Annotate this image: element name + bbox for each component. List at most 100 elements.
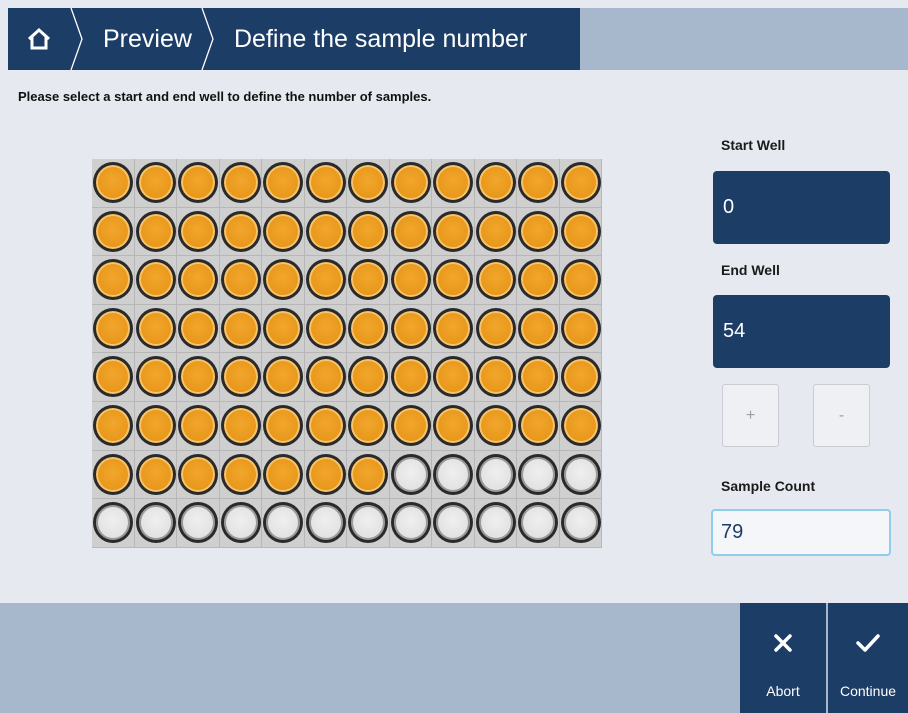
start-well-field[interactable]: 0 xyxy=(713,171,890,244)
well-selected[interactable] xyxy=(178,453,218,495)
well-selected[interactable] xyxy=(178,404,218,446)
well-selected[interactable] xyxy=(433,259,473,301)
well-unselected[interactable] xyxy=(433,453,473,495)
well-selected[interactable] xyxy=(390,404,431,446)
well-unselected[interactable] xyxy=(560,453,601,495)
well-selected[interactable] xyxy=(348,404,388,446)
end-well-field[interactable]: 54 xyxy=(713,295,890,368)
well-selected[interactable] xyxy=(263,259,303,301)
well-selected[interactable] xyxy=(135,307,176,349)
well-selected[interactable] xyxy=(178,356,218,398)
well-selected[interactable] xyxy=(475,404,516,446)
well-selected[interactable] xyxy=(135,210,176,252)
well-selected[interactable] xyxy=(220,210,261,252)
well-unselected[interactable] xyxy=(348,502,388,544)
well-unselected[interactable] xyxy=(518,502,558,544)
well-selected[interactable] xyxy=(348,210,388,252)
decrement-button[interactable]: - xyxy=(813,384,870,447)
well-selected[interactable] xyxy=(93,162,133,203)
well-selected[interactable] xyxy=(135,356,176,398)
well-selected[interactable] xyxy=(560,162,601,203)
well-selected[interactable] xyxy=(93,356,133,398)
well-selected[interactable] xyxy=(475,259,516,301)
sample-count-field[interactable]: 79 xyxy=(711,509,891,556)
well-unselected[interactable] xyxy=(93,502,133,544)
increment-button[interactable]: + xyxy=(722,384,779,447)
well-selected[interactable] xyxy=(433,307,473,349)
well-selected[interactable] xyxy=(263,453,303,495)
well-selected[interactable] xyxy=(135,453,176,495)
well-selected[interactable] xyxy=(93,453,133,495)
well-unselected[interactable] xyxy=(475,502,516,544)
well-selected[interactable] xyxy=(135,162,176,203)
well-selected[interactable] xyxy=(390,162,431,203)
well-selected[interactable] xyxy=(433,356,473,398)
well-unselected[interactable] xyxy=(433,502,473,544)
well-unselected[interactable] xyxy=(178,502,218,544)
well-selected[interactable] xyxy=(348,453,388,495)
well-selected[interactable] xyxy=(433,404,473,446)
well-selected[interactable] xyxy=(220,404,261,446)
well-selected[interactable] xyxy=(135,259,176,301)
well-unselected[interactable] xyxy=(390,502,431,544)
well-selected[interactable] xyxy=(518,307,558,349)
well-selected[interactable] xyxy=(178,307,218,349)
well-selected[interactable] xyxy=(220,162,261,203)
well-selected[interactable] xyxy=(263,356,303,398)
well-selected[interactable] xyxy=(220,453,261,495)
well-selected[interactable] xyxy=(475,162,516,203)
well-selected[interactable] xyxy=(348,307,388,349)
well-unselected[interactable] xyxy=(220,502,261,544)
well-unselected[interactable] xyxy=(263,502,303,544)
well-selected[interactable] xyxy=(178,162,218,203)
well-selected[interactable] xyxy=(518,162,558,203)
well-selected[interactable] xyxy=(220,259,261,301)
home-button[interactable] xyxy=(8,8,70,70)
well-selected[interactable] xyxy=(263,210,303,252)
well-selected[interactable] xyxy=(93,210,133,252)
well-selected[interactable] xyxy=(390,259,431,301)
well-unselected[interactable] xyxy=(475,453,516,495)
well-selected[interactable] xyxy=(135,404,176,446)
well-selected[interactable] xyxy=(305,307,346,349)
well-selected[interactable] xyxy=(390,356,431,398)
well-unselected[interactable] xyxy=(305,502,346,544)
well-unselected[interactable] xyxy=(135,502,176,544)
well-selected[interactable] xyxy=(560,404,601,446)
continue-button[interactable]: Continue xyxy=(828,603,908,713)
well-selected[interactable] xyxy=(305,162,346,203)
well-selected[interactable] xyxy=(93,404,133,446)
well-selected[interactable] xyxy=(475,307,516,349)
well-selected[interactable] xyxy=(390,307,431,349)
well-selected[interactable] xyxy=(433,162,473,203)
well-selected[interactable] xyxy=(348,259,388,301)
well-selected[interactable] xyxy=(560,259,601,301)
abort-button[interactable]: Abort xyxy=(740,603,826,713)
well-selected[interactable] xyxy=(263,307,303,349)
well-selected[interactable] xyxy=(93,259,133,301)
well-selected[interactable] xyxy=(305,453,346,495)
well-selected[interactable] xyxy=(475,356,516,398)
well-selected[interactable] xyxy=(305,210,346,252)
well-selected[interactable] xyxy=(475,210,516,252)
well-unselected[interactable] xyxy=(518,453,558,495)
well-unselected[interactable] xyxy=(390,453,431,495)
well-selected[interactable] xyxy=(560,210,601,252)
well-selected[interactable] xyxy=(220,356,261,398)
well-selected[interactable] xyxy=(178,259,218,301)
well-selected[interactable] xyxy=(220,307,261,349)
well-unselected[interactable] xyxy=(560,502,601,544)
well-selected[interactable] xyxy=(518,356,558,398)
well-selected[interactable] xyxy=(263,162,303,203)
well-selected[interactable] xyxy=(518,210,558,252)
well-selected[interactable] xyxy=(348,356,388,398)
well-selected[interactable] xyxy=(433,210,473,252)
well-selected[interactable] xyxy=(178,210,218,252)
well-selected[interactable] xyxy=(560,356,601,398)
well-selected[interactable] xyxy=(560,307,601,349)
well-selected[interactable] xyxy=(390,210,431,252)
well-selected[interactable] xyxy=(305,259,346,301)
well-selected[interactable] xyxy=(93,307,133,349)
breadcrumb-item-preview[interactable]: Preview xyxy=(103,8,192,70)
well-selected[interactable] xyxy=(263,404,303,446)
